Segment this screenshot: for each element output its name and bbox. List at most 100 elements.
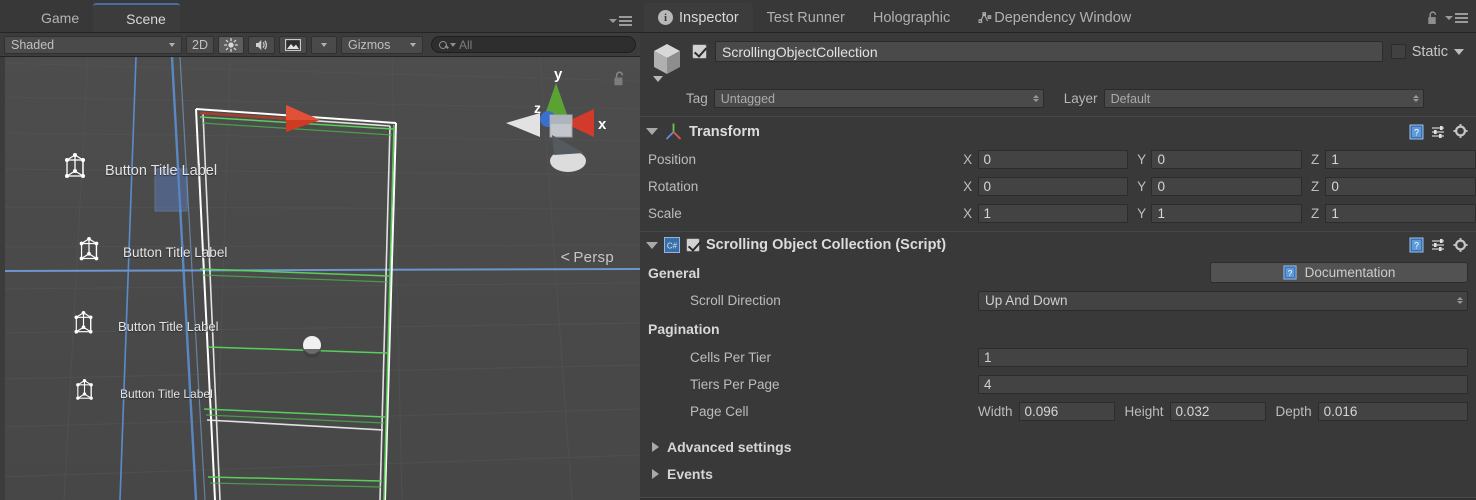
rotation-z-input[interactable]: 0 (1325, 177, 1476, 196)
page-cell-depth-value: 0.016 (1323, 404, 1358, 419)
rotation-y-input[interactable]: 0 (1151, 177, 1303, 196)
page-cell-depth-input[interactable]: 0.016 (1317, 402, 1468, 421)
info-icon: i (658, 10, 673, 25)
rotation-x-axis-label: X (963, 179, 973, 194)
transform-rotation-row: Rotation X 0 Y 0 Z 0 (640, 173, 1476, 200)
rotation-y-axis-label: Y (1137, 179, 1147, 194)
viewport-object-label-4: Button Title Label (120, 387, 213, 401)
rotation-x-input[interactable]: 0 (977, 177, 1129, 196)
tiers-per-page-value: 4 (984, 377, 992, 392)
position-y-input[interactable]: 0 (1151, 150, 1303, 169)
chevron-right-icon[interactable] (652, 441, 659, 452)
layer-dropdown[interactable]: Default (1103, 89, 1424, 108)
tab-game[interactable]: Game (8, 3, 93, 32)
scene-viewport[interactable]: Button Title Label Button Title Label Bu… (0, 57, 640, 500)
transform-header-actions: ? (1409, 124, 1468, 140)
rotation-z-axis-label: Z (1311, 179, 1320, 194)
lock-open-icon[interactable] (1427, 11, 1439, 25)
lighting-toggle-button[interactable] (217, 35, 244, 54)
effects-dropdown-button[interactable] (310, 35, 337, 54)
static-toggle-group[interactable]: Static (1390, 44, 1468, 60)
documentation-button[interactable]: ? Documentation (1210, 262, 1468, 283)
page-cell-row: Page Cell Width 0.096 Height 0.032 Depth… (640, 398, 1476, 425)
rotation-y-value: 0 (1157, 179, 1165, 194)
scale-y-input[interactable]: 1 (1151, 204, 1303, 223)
updown-arrows-icon (1412, 95, 1419, 102)
static-checkbox[interactable] (1390, 44, 1406, 59)
scale-z-value: 1 (1331, 206, 1339, 221)
advanced-settings-foldout[interactable]: Advanced settings (640, 433, 1476, 460)
position-x-input[interactable]: 0 (977, 150, 1129, 169)
lock-open-icon[interactable] (613, 71, 626, 86)
scale-z-input[interactable]: 1 (1325, 204, 1476, 223)
tag-dropdown[interactable]: Untagged (713, 89, 1044, 108)
scale-x-axis-label: X (963, 206, 973, 221)
events-foldout[interactable]: Events (640, 460, 1476, 487)
gizmo-axis-x-label: x (598, 116, 607, 133)
scene-orientation-gizmo[interactable]: y z x (492, 57, 622, 197)
position-z-input[interactable]: 1 (1325, 150, 1476, 169)
gameobject-name-row: ScrollingObjectCollection Static (692, 41, 1468, 62)
chevron-down-icon[interactable] (1454, 48, 1464, 55)
inspector-menu-hamburger-icon[interactable] (1445, 13, 1468, 23)
updown-arrows-icon (1457, 297, 1463, 304)
viewport-object-label-1: Button Title Label (105, 163, 218, 179)
toggle-2d-button[interactable]: 2D (186, 35, 214, 54)
page-cell-height-input[interactable]: 0.032 (1169, 402, 1266, 421)
scene-search-input[interactable]: All (430, 36, 636, 53)
tag-layer-row: Tag Untagged Layer Default (640, 83, 1476, 116)
gameobject-name-input[interactable]: ScrollingObjectCollection (715, 41, 1383, 62)
pagination-heading: Pagination (648, 321, 720, 337)
help-book-icon[interactable]: ? (1409, 237, 1424, 253)
scroll-direction-dropdown[interactable]: Up And Down (978, 290, 1468, 311)
audio-toggle-button[interactable] (247, 35, 275, 54)
transform-component-header[interactable]: Transform ? (640, 117, 1476, 146)
gear-icon[interactable] (1453, 237, 1468, 253)
chevron-down-icon (169, 42, 175, 47)
tab-test-runner[interactable]: Test Runner (753, 3, 859, 32)
chevron-down-icon (409, 42, 416, 47)
gizmos-dropdown[interactable]: Gizmos (340, 35, 423, 54)
tab-dependency-window[interactable]: Dependency Window (964, 3, 1145, 32)
cells-per-tier-input[interactable]: 1 (978, 348, 1468, 367)
gear-icon[interactable] (1453, 124, 1468, 139)
transform-rotation-label: Rotation (648, 179, 699, 194)
draw-mode-dropdown[interactable]: Shaded (4, 35, 182, 54)
rotation-x-value: 0 (983, 179, 992, 194)
transform-scale-label: Scale (648, 206, 682, 221)
layer-label: Layer (1063, 91, 1098, 106)
effects-toggle-button[interactable] (278, 35, 307, 54)
mesh-gizmo-icon-1 (65, 153, 85, 178)
preset-sliders-icon[interactable] (1431, 125, 1446, 139)
tab-holographic[interactable]: Holographic (859, 3, 964, 32)
tag-label: Tag (686, 91, 708, 106)
page-cell-width-input[interactable]: 0.096 (1018, 402, 1115, 421)
position-z-axis-label: Z (1311, 152, 1320, 167)
mesh-gizmo-icon-3 (74, 311, 93, 334)
cells-per-tier-value: 1 (984, 350, 992, 365)
scale-x-input[interactable]: 1 (977, 204, 1129, 223)
tab-scene[interactable]: Scene (93, 3, 180, 32)
transform-foldout-icon[interactable] (646, 128, 658, 135)
tab-options-hamburger-icon[interactable] (609, 16, 632, 26)
position-y-axis-label: Y (1137, 152, 1147, 167)
mesh-gizmo-icon-2 (79, 237, 99, 261)
advanced-settings-label: Advanced settings (667, 438, 792, 455)
tab-inspector[interactable]: i Inspector (644, 3, 753, 32)
gameobject-enabled-checkbox[interactable] (692, 44, 707, 59)
inspector-tabbar: i Inspector Test Runner Holographic Depe (640, 0, 1476, 33)
gameobject-header: ScrollingObjectCollection Static (640, 33, 1476, 83)
tiers-per-page-input[interactable]: 4 (978, 375, 1468, 394)
tab-holographic-label: Holographic (872, 9, 951, 26)
preset-sliders-icon[interactable] (1431, 238, 1446, 252)
script-foldout-icon[interactable] (646, 241, 658, 249)
toggle-2d-label: 2D (192, 37, 208, 52)
script-component-header[interactable]: C# Scrolling Object Collection (Script) … (640, 232, 1476, 258)
tab-scene-label: Scene (126, 10, 166, 27)
cube-prefab-icon[interactable] (648, 41, 686, 83)
chevron-right-icon[interactable] (652, 468, 659, 479)
script-enabled-checkbox[interactable] (686, 238, 700, 252)
viewport-projection-label[interactable]: < Persp (561, 249, 614, 267)
help-book-icon[interactable]: ? (1409, 124, 1424, 140)
tag-value: Untagged (720, 91, 775, 106)
